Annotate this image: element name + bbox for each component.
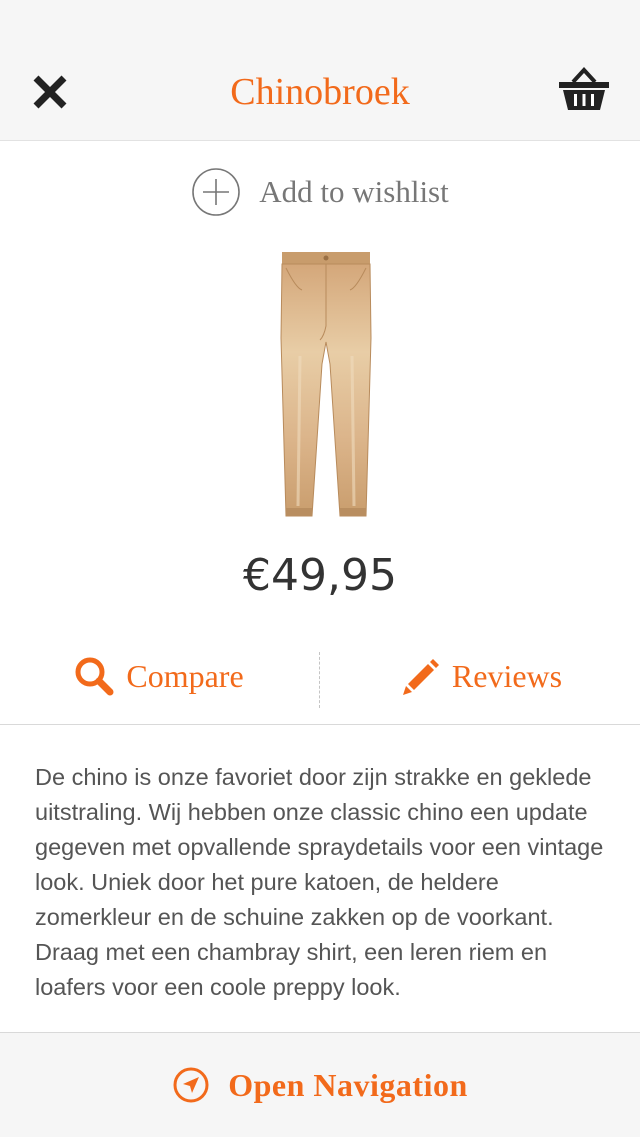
close-button[interactable] xyxy=(28,70,72,114)
product-price: €49,95 xyxy=(243,550,397,601)
reviews-label: Reviews xyxy=(451,657,563,694)
wishlist-label: Add to wishlist xyxy=(259,174,449,209)
compare-label: Compare xyxy=(126,657,244,694)
navigation-arrow-icon xyxy=(173,1067,209,1103)
open-navigation-label: Open Navigation xyxy=(228,1066,468,1103)
compare-button[interactable]: Compare xyxy=(0,640,318,712)
product-image xyxy=(240,246,400,522)
reviews-button[interactable]: Reviews xyxy=(322,640,640,712)
close-icon xyxy=(33,75,67,109)
open-navigation-button[interactable]: Open Navigation xyxy=(0,1032,640,1137)
basket-button[interactable] xyxy=(555,66,613,114)
search-icon xyxy=(75,657,114,696)
basket-icon xyxy=(559,67,609,110)
pencil-icon xyxy=(402,659,439,695)
top-bar: Chinobroek xyxy=(0,0,640,141)
page-title: Chinobroek xyxy=(230,71,410,113)
add-to-wishlist-button[interactable]: Add to wishlist xyxy=(0,164,640,220)
actions-divider xyxy=(319,652,320,708)
product-description: De chino is onze favoriet door zijn stra… xyxy=(35,764,604,1000)
plus-circle-icon xyxy=(192,168,241,216)
product-actions: Compare Reviews xyxy=(0,640,640,725)
